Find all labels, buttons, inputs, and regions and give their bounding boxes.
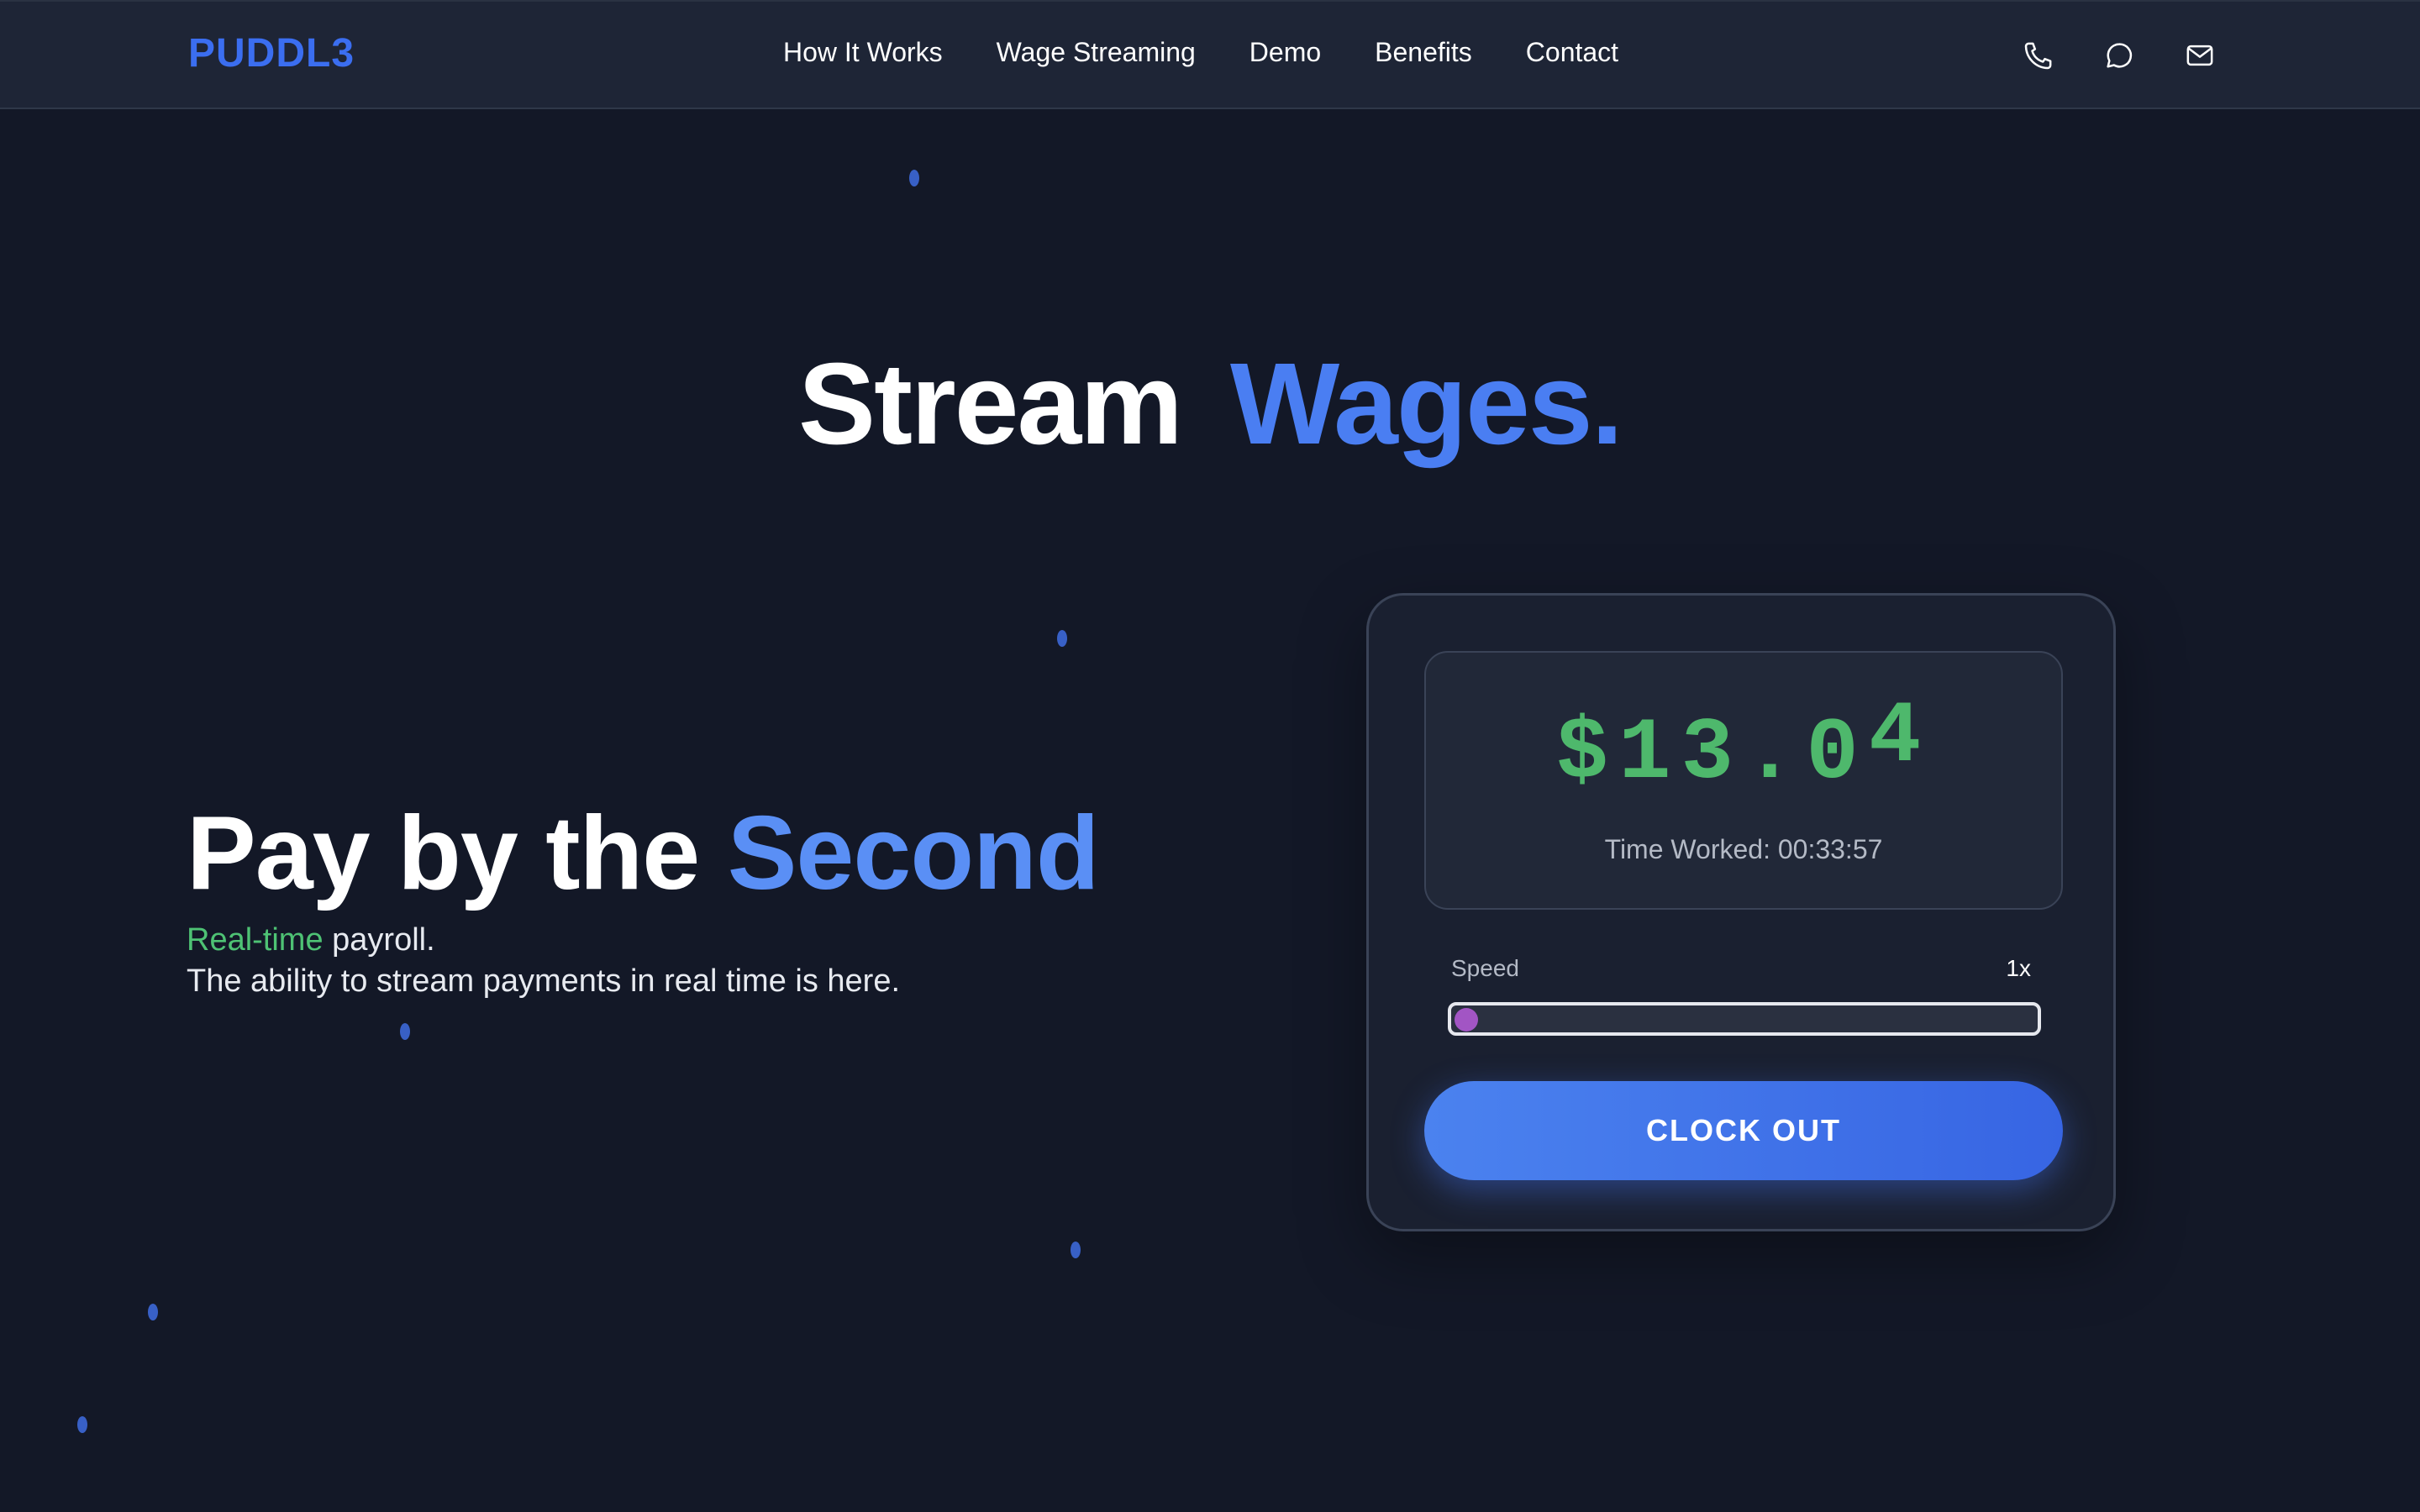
contact-icons (2022, 39, 2217, 72)
mail-icon[interactable] (2183, 39, 2217, 72)
pitch-subtitle: Real-time payroll. (187, 922, 1099, 958)
hero-title-word-1: Stream (798, 339, 1183, 469)
earnings-display: $13.04 Time Worked: 00:33:57 (1424, 651, 2063, 910)
pitch-highlight: Real-time (187, 922, 324, 958)
speed-value: 1x (2006, 955, 2031, 981)
hero-title: Stream Wages. (0, 338, 2420, 471)
pitch-section: Pay by the Second Real-time payroll. The… (187, 795, 1100, 1000)
time-worked-label: Time Worked: 00:33:57 (1604, 834, 1883, 864)
pitch-title-part-1: Pay by the (187, 795, 728, 911)
decorative-drop (1057, 630, 1067, 647)
decorative-drop (400, 1023, 410, 1040)
nav-links: How It Works Wage Streaming Demo Benefit… (783, 37, 1618, 68)
nav-link-how-it-works[interactable]: How It Works (783, 37, 943, 68)
wage-stream-card: $13.04 Time Worked: 00:33:57 Speed 1x CL… (1366, 593, 2116, 1231)
pitch-description: The ability to stream payments in real t… (187, 963, 901, 1000)
top-navbar: PUDDL3 How It Works Wage Streaming Demo … (0, 0, 2420, 109)
decorative-drop (909, 170, 919, 186)
earnings-amount-main: $13.0 (1555, 705, 1869, 804)
earnings-amount: $13.04 (1426, 688, 2061, 804)
decorative-drop (77, 1416, 87, 1433)
nav-link-contact[interactable]: Contact (1526, 37, 1618, 68)
speed-slider[interactable] (1448, 1002, 2041, 1036)
decorative-drop (148, 1304, 158, 1320)
earnings-amount-last-digit: 4 (1868, 688, 1932, 787)
decorative-drop (1071, 1242, 1081, 1258)
phone-icon[interactable] (2022, 39, 2055, 72)
speed-label: Speed (1451, 955, 1519, 981)
speed-slider-thumb[interactable] (1455, 1008, 1478, 1032)
clock-out-button[interactable]: CLOCK OUT (1424, 1081, 2063, 1180)
pitch-title: Pay by the Second (187, 795, 1100, 911)
pitch-subtitle-rest: payroll. (323, 922, 435, 958)
pitch-title-part-2: Second (727, 795, 1100, 911)
hero-title-word-2: Wages. (1229, 339, 1623, 469)
nav-link-benefits[interactable]: Benefits (1375, 37, 1472, 68)
chat-icon[interactable] (2102, 39, 2136, 72)
nav-link-wage-streaming[interactable]: Wage Streaming (997, 37, 1196, 68)
nav-link-demo[interactable]: Demo (1249, 37, 1321, 68)
brand-logo[interactable]: PUDDL3 (188, 30, 355, 76)
